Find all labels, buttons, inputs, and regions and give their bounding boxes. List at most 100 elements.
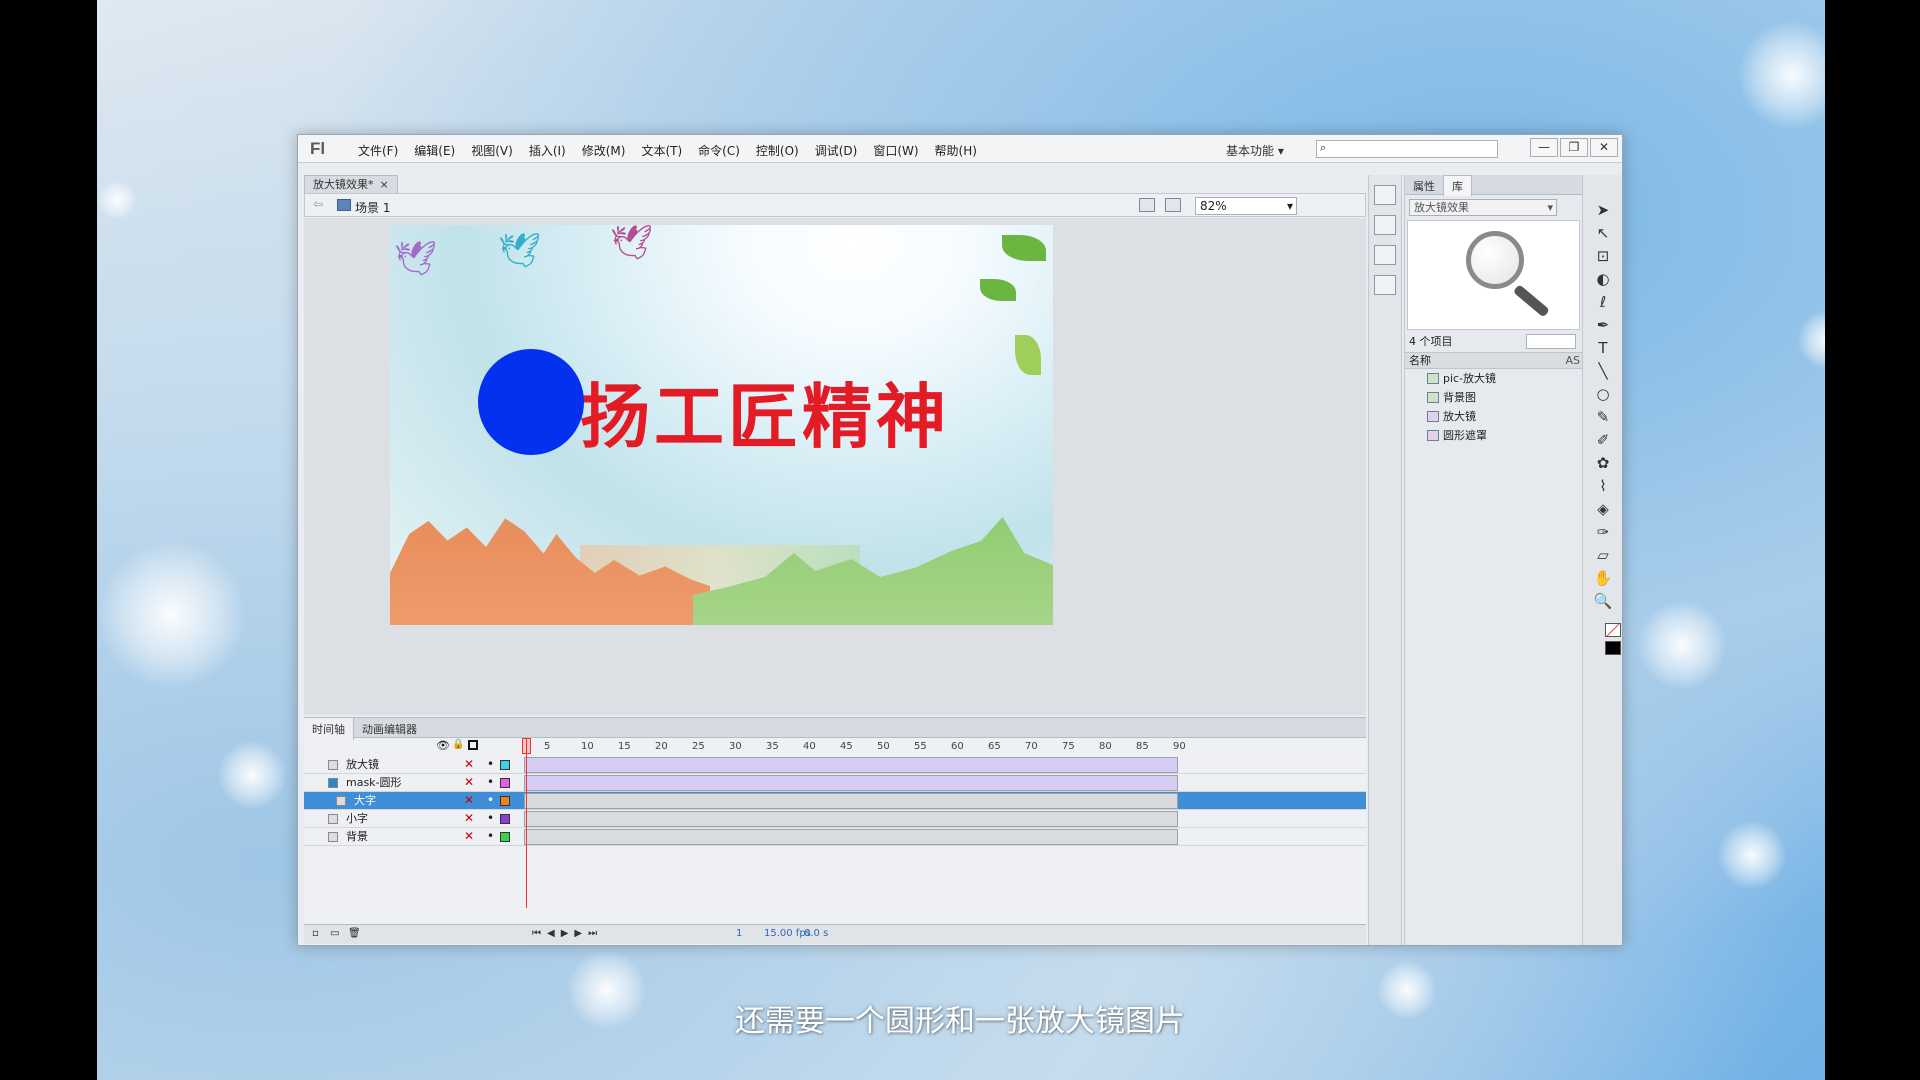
oval-tool-icon[interactable]: ○ (1583, 383, 1622, 406)
layer-color-swatch[interactable] (500, 796, 510, 806)
hidden-x-icon[interactable]: ✕ (464, 828, 474, 845)
lock-icon[interactable]: 🔒 (452, 739, 464, 750)
lock-dot-icon[interactable]: • (487, 756, 494, 773)
tab-properties[interactable]: 属性 (1405, 176, 1443, 196)
eyedropper-tool-icon[interactable]: ✑ (1583, 521, 1622, 544)
panel-icon[interactable] (1374, 245, 1396, 265)
menu-edit[interactable]: 编辑(E) (406, 142, 463, 159)
restore-button[interactable]: ❐ (1560, 138, 1588, 157)
lock-dot-icon[interactable]: • (487, 792, 494, 809)
layer-row[interactable]: 背景 ✕ • (304, 828, 1366, 846)
zoom-select[interactable]: 82% ▾ (1195, 197, 1297, 215)
menu-view[interactable]: 视图(V) (463, 142, 521, 159)
document-tab[interactable]: 放大镜效果* × (304, 175, 398, 193)
scene-label: 场景 1 (355, 201, 391, 215)
close-tab-icon[interactable]: × (380, 178, 389, 191)
library-search-input[interactable] (1526, 334, 1576, 349)
pencil-tool-icon[interactable]: ✎ (1583, 406, 1622, 429)
layer-frames[interactable] (524, 793, 1178, 809)
outline-icon[interactable] (468, 740, 478, 750)
new-folder-icon[interactable]: ▭ (330, 925, 339, 943)
hand-tool-icon[interactable]: ✋ (1583, 567, 1622, 590)
layer-frames[interactable] (524, 775, 1178, 791)
close-button[interactable]: ✕ (1590, 138, 1618, 157)
deco-tool-icon[interactable]: ✿ (1583, 452, 1622, 475)
menu-text[interactable]: 文本(T) (633, 142, 690, 159)
layer-row[interactable]: 放大镜 ✕ • (304, 756, 1366, 774)
leaf-image (1002, 235, 1046, 261)
brush-tool-icon[interactable]: ✐ (1583, 429, 1622, 452)
edit-symbol-icon[interactable] (1165, 198, 1181, 212)
menu-modify[interactable]: 修改(M) (574, 142, 634, 159)
layer-frames[interactable] (524, 811, 1178, 827)
layer-frames[interactable] (524, 829, 1178, 845)
hidden-x-icon[interactable]: ✕ (464, 756, 474, 773)
library-document-select[interactable]: 放大镜效果 ▾ (1409, 199, 1557, 216)
library-item[interactable]: 放大镜 (1405, 407, 1582, 426)
layer-color-swatch[interactable] (500, 814, 510, 824)
layer-row[interactable]: 大字 ✕ • (304, 792, 1366, 810)
menu-debug[interactable]: 调试(D) (807, 142, 866, 159)
layer-color-swatch[interactable] (500, 760, 510, 770)
stage-canvas[interactable]: 🕊 🕊 🕊 扬工匠精神 (390, 225, 1053, 625)
back-arrow-icon[interactable]: ⇦ (313, 197, 323, 211)
eraser-tool-icon[interactable]: ▱ (1583, 544, 1622, 567)
panel-icon[interactable] (1374, 215, 1396, 235)
layer-frames[interactable] (524, 757, 1178, 773)
panel-icon[interactable] (1374, 275, 1396, 295)
frame-ruler[interactable]: 5 10 15 20 25 30 35 40 45 50 55 60 65 70… (524, 738, 1344, 756)
tab-motion-editor[interactable]: 动画编辑器 (354, 718, 425, 740)
3d-rotation-tool-icon[interactable]: ◐ (1583, 268, 1622, 291)
zoom-tool-icon[interactable]: 🔍 (1583, 590, 1622, 613)
line-tool-icon[interactable]: ╲ (1583, 360, 1622, 383)
free-transform-tool-icon[interactable]: ⊡ (1583, 245, 1622, 268)
playhead-line[interactable] (526, 738, 527, 908)
eye-icon[interactable]: 👁 (436, 739, 450, 752)
bone-tool-icon[interactable]: ⌇ (1583, 475, 1622, 498)
minimize-button[interactable]: — (1530, 138, 1558, 157)
lock-dot-icon[interactable]: • (487, 810, 494, 827)
paint-bucket-tool-icon[interactable]: ◈ (1583, 498, 1622, 521)
library-item[interactable]: 背景图 (1405, 388, 1582, 407)
text-tool-icon[interactable]: T (1583, 337, 1622, 360)
library-preview (1407, 220, 1580, 330)
playback-controls[interactable]: ⏮◀▶▶⏭ (532, 925, 603, 943)
library-item[interactable]: pic-放大镜 (1405, 369, 1582, 388)
current-frame: 1 (736, 928, 743, 939)
menu-help[interactable]: 帮助(H) (927, 142, 985, 159)
menu-insert[interactable]: 插入(I) (521, 142, 574, 159)
column-name[interactable]: 名称 (1409, 354, 1431, 367)
menu-window[interactable]: 窗口(W) (865, 142, 926, 159)
zoom-value: 82% (1200, 199, 1227, 213)
leaf-image (980, 279, 1016, 301)
library-item[interactable]: 圆形遮罩 (1405, 426, 1582, 445)
edit-scene-icon[interactable] (1139, 198, 1155, 212)
layer-row[interactable]: mask-圆形 ✕ • (304, 774, 1366, 792)
subselection-tool-icon[interactable]: ↖ (1583, 222, 1622, 245)
lock-dot-icon[interactable]: • (487, 774, 494, 791)
tab-library[interactable]: 库 (1443, 175, 1472, 196)
lasso-tool-icon[interactable]: ℓ (1583, 291, 1622, 314)
menu-file[interactable]: 文件(F) (350, 142, 406, 159)
layer-color-swatch[interactable] (500, 778, 510, 788)
help-search-input[interactable]: ⌕ (1316, 140, 1498, 158)
mask-circle[interactable] (478, 349, 584, 455)
lock-dot-icon[interactable]: • (487, 828, 494, 845)
layer-row[interactable]: 小字 ✕ • (304, 810, 1366, 828)
menu-commands[interactable]: 命令(C) (690, 142, 748, 159)
layer-name: 小字 (346, 812, 368, 825)
delete-layer-icon[interactable]: 🗑 (348, 925, 361, 943)
hidden-x-icon[interactable]: ✕ (464, 774, 474, 791)
tab-timeline[interactable]: 时间轴 (304, 718, 354, 740)
selection-tool-icon[interactable]: ➤ (1583, 199, 1622, 222)
hidden-x-icon[interactable]: ✕ (464, 810, 474, 827)
panel-icon[interactable] (1374, 185, 1396, 205)
workspace-switcher[interactable]: 基本功能 ▾ (1226, 142, 1284, 159)
pen-tool-icon[interactable]: ✒ (1583, 314, 1622, 337)
stroke-color-swatch[interactable] (1605, 623, 1621, 637)
fill-color-swatch[interactable] (1605, 641, 1621, 655)
layer-color-swatch[interactable] (500, 832, 510, 842)
new-layer-icon[interactable]: ▫ (312, 925, 319, 943)
hidden-x-icon[interactable]: ✕ (464, 792, 474, 809)
menu-control[interactable]: 控制(O) (748, 142, 807, 159)
